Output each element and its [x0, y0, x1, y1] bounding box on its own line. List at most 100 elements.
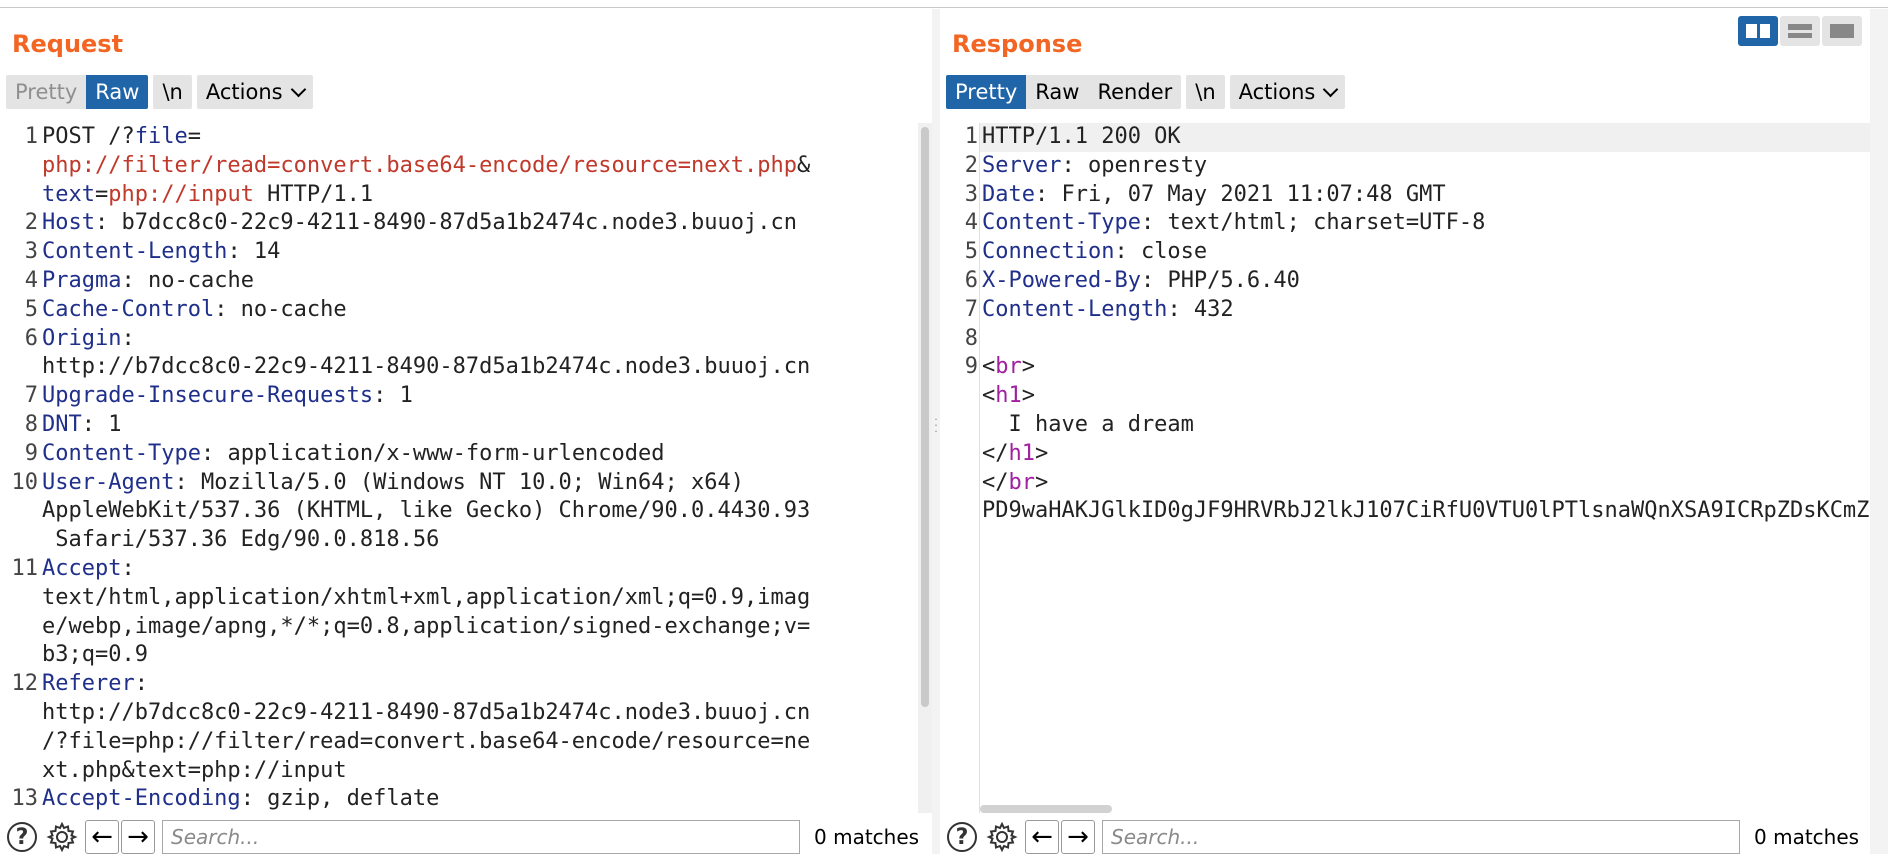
response-actions-button[interactable]: Actions	[1229, 75, 1346, 109]
line-content: Referer:	[42, 670, 148, 699]
line-number	[0, 613, 42, 642]
header-name: Cache-Control	[42, 296, 215, 322]
line-content: text=php://input HTTP/1.1	[42, 181, 373, 210]
pane-splitter[interactable]: · · ·	[932, 9, 940, 854]
layout-single-button[interactable]	[1822, 16, 1862, 46]
line-number	[0, 757, 42, 786]
line-number	[0, 152, 42, 181]
response-newline-toggle[interactable]: \n	[1186, 75, 1225, 109]
html-tag-name: h1	[1008, 440, 1036, 466]
code-text: =	[187, 124, 201, 149]
line-content: Safari/537.36 Edg/90.0.818.56	[42, 526, 439, 555]
response-horizontal-scrollbar[interactable]	[980, 804, 1872, 814]
code-text: : 432	[1167, 296, 1234, 322]
line-number: 7	[24, 383, 38, 409]
response-search-bar: ? ← → 0 matches	[940, 815, 1872, 859]
request-title: Request	[12, 30, 124, 58]
request-tab-pretty[interactable]: Pretty	[6, 75, 87, 109]
header-name: Host	[42, 210, 95, 236]
code-line: 11 Accept:	[0, 555, 932, 584]
response-editor[interactable]: 1 HTTP/1.1 200 OK 2 Server: openresty 3 Date:…	[940, 123, 1872, 813]
line-content: xt.php&text=php://input	[42, 757, 347, 786]
line-number: 9	[24, 440, 38, 466]
response-tab-pretty[interactable]: Pretty	[946, 75, 1027, 109]
request-help-button[interactable]: ?	[4, 819, 40, 855]
line-number: 2	[24, 210, 38, 236]
code-line: /?file=php://filter/read=convert.base64-…	[0, 728, 932, 757]
arrow-right-icon: →	[121, 820, 155, 854]
code-line: 12 Referer:	[0, 670, 932, 699]
code-text: HTTP/1.1	[253, 181, 374, 207]
line-content: /?file=php://filter/read=convert.base64-…	[42, 728, 810, 757]
question-circle-icon: ?	[947, 822, 977, 852]
code-text: <	[982, 354, 996, 380]
request-scroll-thumb[interactable]	[921, 127, 929, 707]
code-text: http://b7dcc8c0-22c9-4211-8490-87d5a1b24…	[42, 354, 811, 380]
header-name: Upgrade-Insecure-Requests	[42, 383, 374, 409]
code-line: http://b7dcc8c0-22c9-4211-8490-87d5a1b24…	[0, 699, 932, 728]
response-prev-match-button[interactable]: ←	[1024, 819, 1060, 855]
request-settings-button[interactable]	[44, 819, 80, 855]
header-name: text	[42, 181, 95, 207]
code-text: : PHP/5.6.40	[1140, 267, 1300, 293]
code-text: </	[982, 440, 1009, 466]
request-toolbar: Pretty Raw \n Actions	[6, 74, 313, 110]
drag-handle-icon: · · ·	[934, 413, 938, 438]
request-next-match-button[interactable]: →	[120, 819, 156, 855]
line-content: Pragma: no-cache	[42, 267, 254, 296]
request-vertical-scrollbar[interactable]	[918, 123, 932, 813]
line-content: User-Agent: Mozilla/5.0 (Windows NT 10.0…	[42, 469, 744, 498]
line-number: 3	[964, 181, 978, 207]
line-number: 2	[964, 152, 978, 178]
response-scroll-thumb[interactable]	[980, 805, 1112, 813]
code-text: : 1	[373, 383, 413, 409]
header-name: X-Powered-By	[982, 267, 1141, 293]
line-content: Content-Type: application/x-www-form-url…	[42, 440, 665, 469]
code-line: </br>	[940, 469, 1872, 498]
code-line: e/webp,image/apng,*/*;q=0.8,application/…	[0, 613, 932, 642]
code-text: Safari/537.36 Edg/90.0.818.56	[42, 527, 440, 553]
code-text: PD9waHAKJGlkID0gJF9HRVRbJ2lkJ107CiRfU0VT…	[982, 498, 1872, 524]
response-tab-render[interactable]: Render	[1088, 75, 1182, 109]
code-line: 5 Connection: close	[940, 238, 1872, 267]
code-line: I have a dream	[940, 411, 1872, 440]
line-content: DNT: 1	[42, 411, 122, 440]
header-name: Content-Type	[42, 440, 201, 466]
request-tab-raw[interactable]: Raw	[86, 75, 149, 109]
line-content: <br>	[982, 353, 1035, 382]
code-line: http://b7dcc8c0-22c9-4211-8490-87d5a1b24…	[0, 353, 932, 382]
response-search-input[interactable]	[1102, 820, 1740, 854]
columns-icon	[1746, 24, 1770, 38]
response-tab-raw[interactable]: Raw	[1026, 75, 1089, 109]
code-text: :	[134, 671, 148, 697]
html-tag-name: br	[995, 354, 1022, 380]
html-tag-name: br	[1008, 469, 1036, 495]
request-newline-toggle[interactable]: \n	[153, 75, 192, 109]
code-line: 6 Origin:	[0, 325, 932, 354]
response-settings-button[interactable]	[984, 819, 1020, 855]
code-text: : openresty	[1061, 152, 1208, 178]
response-next-match-button[interactable]: →	[1060, 819, 1096, 855]
gear-icon	[46, 821, 78, 853]
code-text: : b7dcc8c0-22c9-4211-8490-87d5a1b2474c.n…	[94, 210, 797, 236]
code-line: 1 HTTP/1.1 200 OK	[940, 123, 1872, 152]
request-actions-button[interactable]: Actions	[196, 75, 313, 109]
request-view-tabs: Pretty Raw	[6, 75, 149, 109]
header-name: Content-Type	[982, 210, 1141, 236]
request-editor[interactable]: 1 POST /?file= php://filter/read=convert.b…	[0, 123, 932, 813]
request-prev-match-button[interactable]: ←	[84, 819, 120, 855]
code-text: : 1	[81, 411, 122, 437]
line-content: Content-Length: 432	[982, 296, 1234, 325]
line-number	[0, 641, 42, 670]
request-search-input[interactable]	[162, 820, 800, 854]
response-help-button[interactable]: ?	[944, 819, 980, 855]
code-line: php://filter/read=convert.base64-encode/…	[0, 152, 932, 181]
layout-side-by-side-button[interactable]	[1738, 16, 1778, 46]
line-content: </h1>	[982, 440, 1048, 469]
param-value: php://input	[108, 181, 254, 207]
line-content: http://b7dcc8c0-22c9-4211-8490-87d5a1b24…	[42, 699, 810, 728]
line-number: 12	[11, 671, 39, 697]
code-text: : Mozilla/5.0 (Windows NT 10.0; Win64; x…	[174, 469, 744, 495]
response-pane: Response Pretty Raw Render \n Actions 1H…	[940, 9, 1872, 854]
layout-top-bottom-button[interactable]	[1780, 16, 1820, 46]
